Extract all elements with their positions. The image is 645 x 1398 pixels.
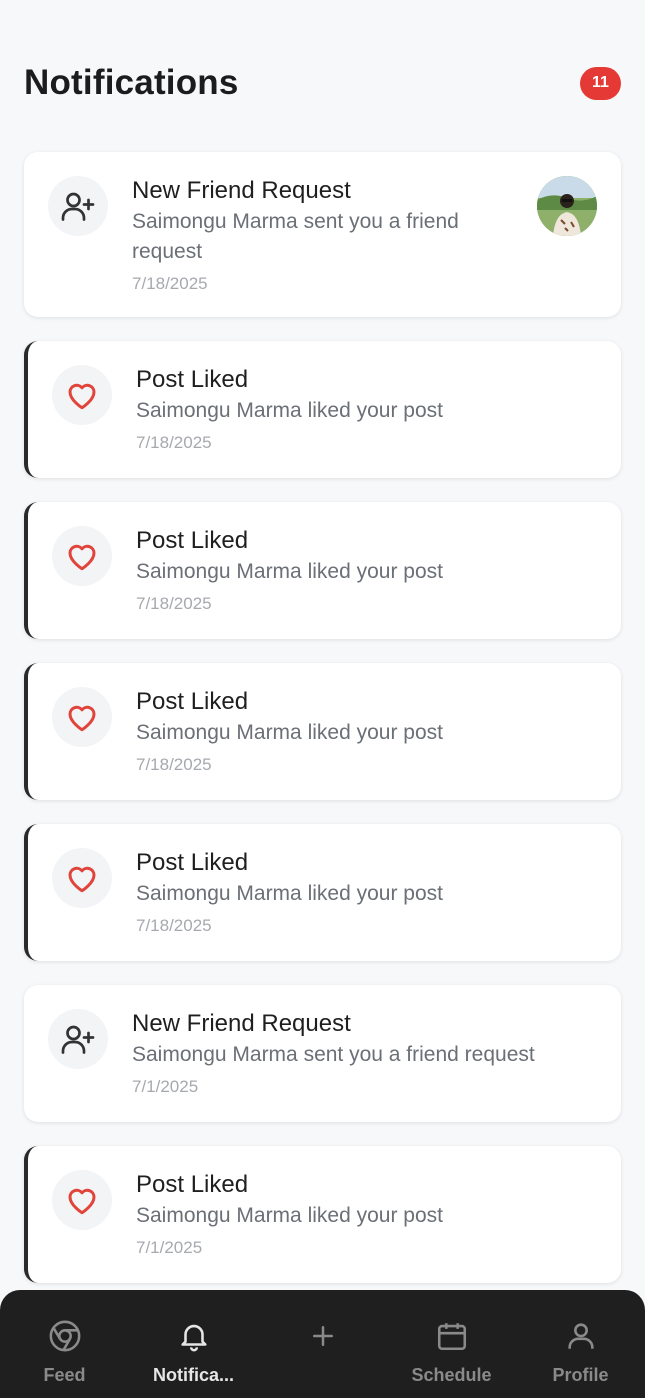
notification-message: Saimongu Marma liked your post (136, 560, 443, 583)
user-icon (564, 1318, 598, 1354)
tab-create[interactable] (268, 1318, 378, 1365)
heart-icon (52, 526, 112, 586)
notification-item[interactable]: New Friend Request Saimongu Marma sent y… (24, 152, 621, 317)
user-plus-icon (48, 1009, 108, 1069)
notification-title: New Friend Request (132, 1010, 351, 1037)
unread-count-badge: 11 (580, 66, 621, 100)
heart-icon (52, 365, 112, 425)
notification-item[interactable]: Post Liked Saimongu Marma liked your pos… (24, 663, 621, 800)
tab-notifications[interactable]: Notifica... (139, 1318, 249, 1386)
notification-date: 7/18/2025 (136, 755, 212, 774)
tab-profile[interactable]: Profile (526, 1318, 636, 1386)
heart-icon (52, 848, 112, 908)
heart-icon (52, 687, 112, 747)
notification-item[interactable]: Post Liked Saimongu Marma liked your pos… (24, 502, 621, 639)
notification-date: 7/1/2025 (132, 1077, 199, 1096)
page-title: Notifications (24, 63, 239, 102)
notification-title: Post Liked (136, 849, 249, 876)
notification-message: Saimongu Marma liked your post (136, 721, 443, 744)
notification-message: Saimongu Marma liked your post (136, 882, 443, 905)
heart-icon (52, 1170, 112, 1230)
notifications-screen: Notifications 11 New Friend Request Saim… (0, 0, 645, 1398)
tab-label: Schedule (411, 1365, 492, 1385)
notification-message: Saimongu Marma liked your post (136, 399, 443, 422)
notification-title: Post Liked (136, 1171, 249, 1198)
avatar[interactable] (537, 176, 597, 236)
notification-item[interactable]: Post Liked Saimongu Marma liked your pos… (24, 824, 621, 961)
notification-message: Saimongu Marma sent you a friend request (132, 210, 459, 263)
notification-date: 7/18/2025 (136, 433, 212, 452)
notification-date: 7/18/2025 (136, 594, 212, 613)
notification-item[interactable]: Post Liked Saimongu Marma liked your pos… (24, 1146, 621, 1283)
notification-message: Saimongu Marma sent you a friend request (132, 1043, 535, 1066)
tab-label: Profile (552, 1365, 609, 1385)
header: Notifications 11 (24, 58, 621, 108)
user-plus-icon (48, 176, 108, 236)
tab-feed[interactable]: Feed (10, 1318, 120, 1386)
notification-title: Post Liked (136, 688, 249, 715)
feed-icon (48, 1318, 82, 1354)
notification-date: 7/1/2025 (136, 1238, 203, 1257)
notification-title: Post Liked (136, 527, 249, 554)
plus-icon (308, 1318, 338, 1354)
notification-item[interactable]: Post Liked Saimongu Marma liked your pos… (24, 341, 621, 478)
notification-message: Saimongu Marma liked your post (136, 1204, 443, 1227)
notification-date: 7/18/2025 (132, 274, 208, 293)
tab-label: Feed (43, 1365, 86, 1385)
notification-item[interactable]: New Friend Request Saimongu Marma sent y… (24, 985, 621, 1122)
tab-schedule[interactable]: Schedule (397, 1318, 507, 1386)
tab-label: Notifica... (152, 1365, 234, 1385)
notification-date: 7/18/2025 (136, 916, 212, 935)
notification-list: New Friend Request Saimongu Marma sent y… (24, 152, 621, 1307)
notification-title: Post Liked (136, 366, 249, 393)
calendar-icon (435, 1318, 469, 1354)
notification-title: New Friend Request (132, 177, 351, 204)
bottom-tab-bar: Feed Notifica... Schedule Profile (0, 1290, 645, 1398)
bell-icon (177, 1318, 211, 1354)
